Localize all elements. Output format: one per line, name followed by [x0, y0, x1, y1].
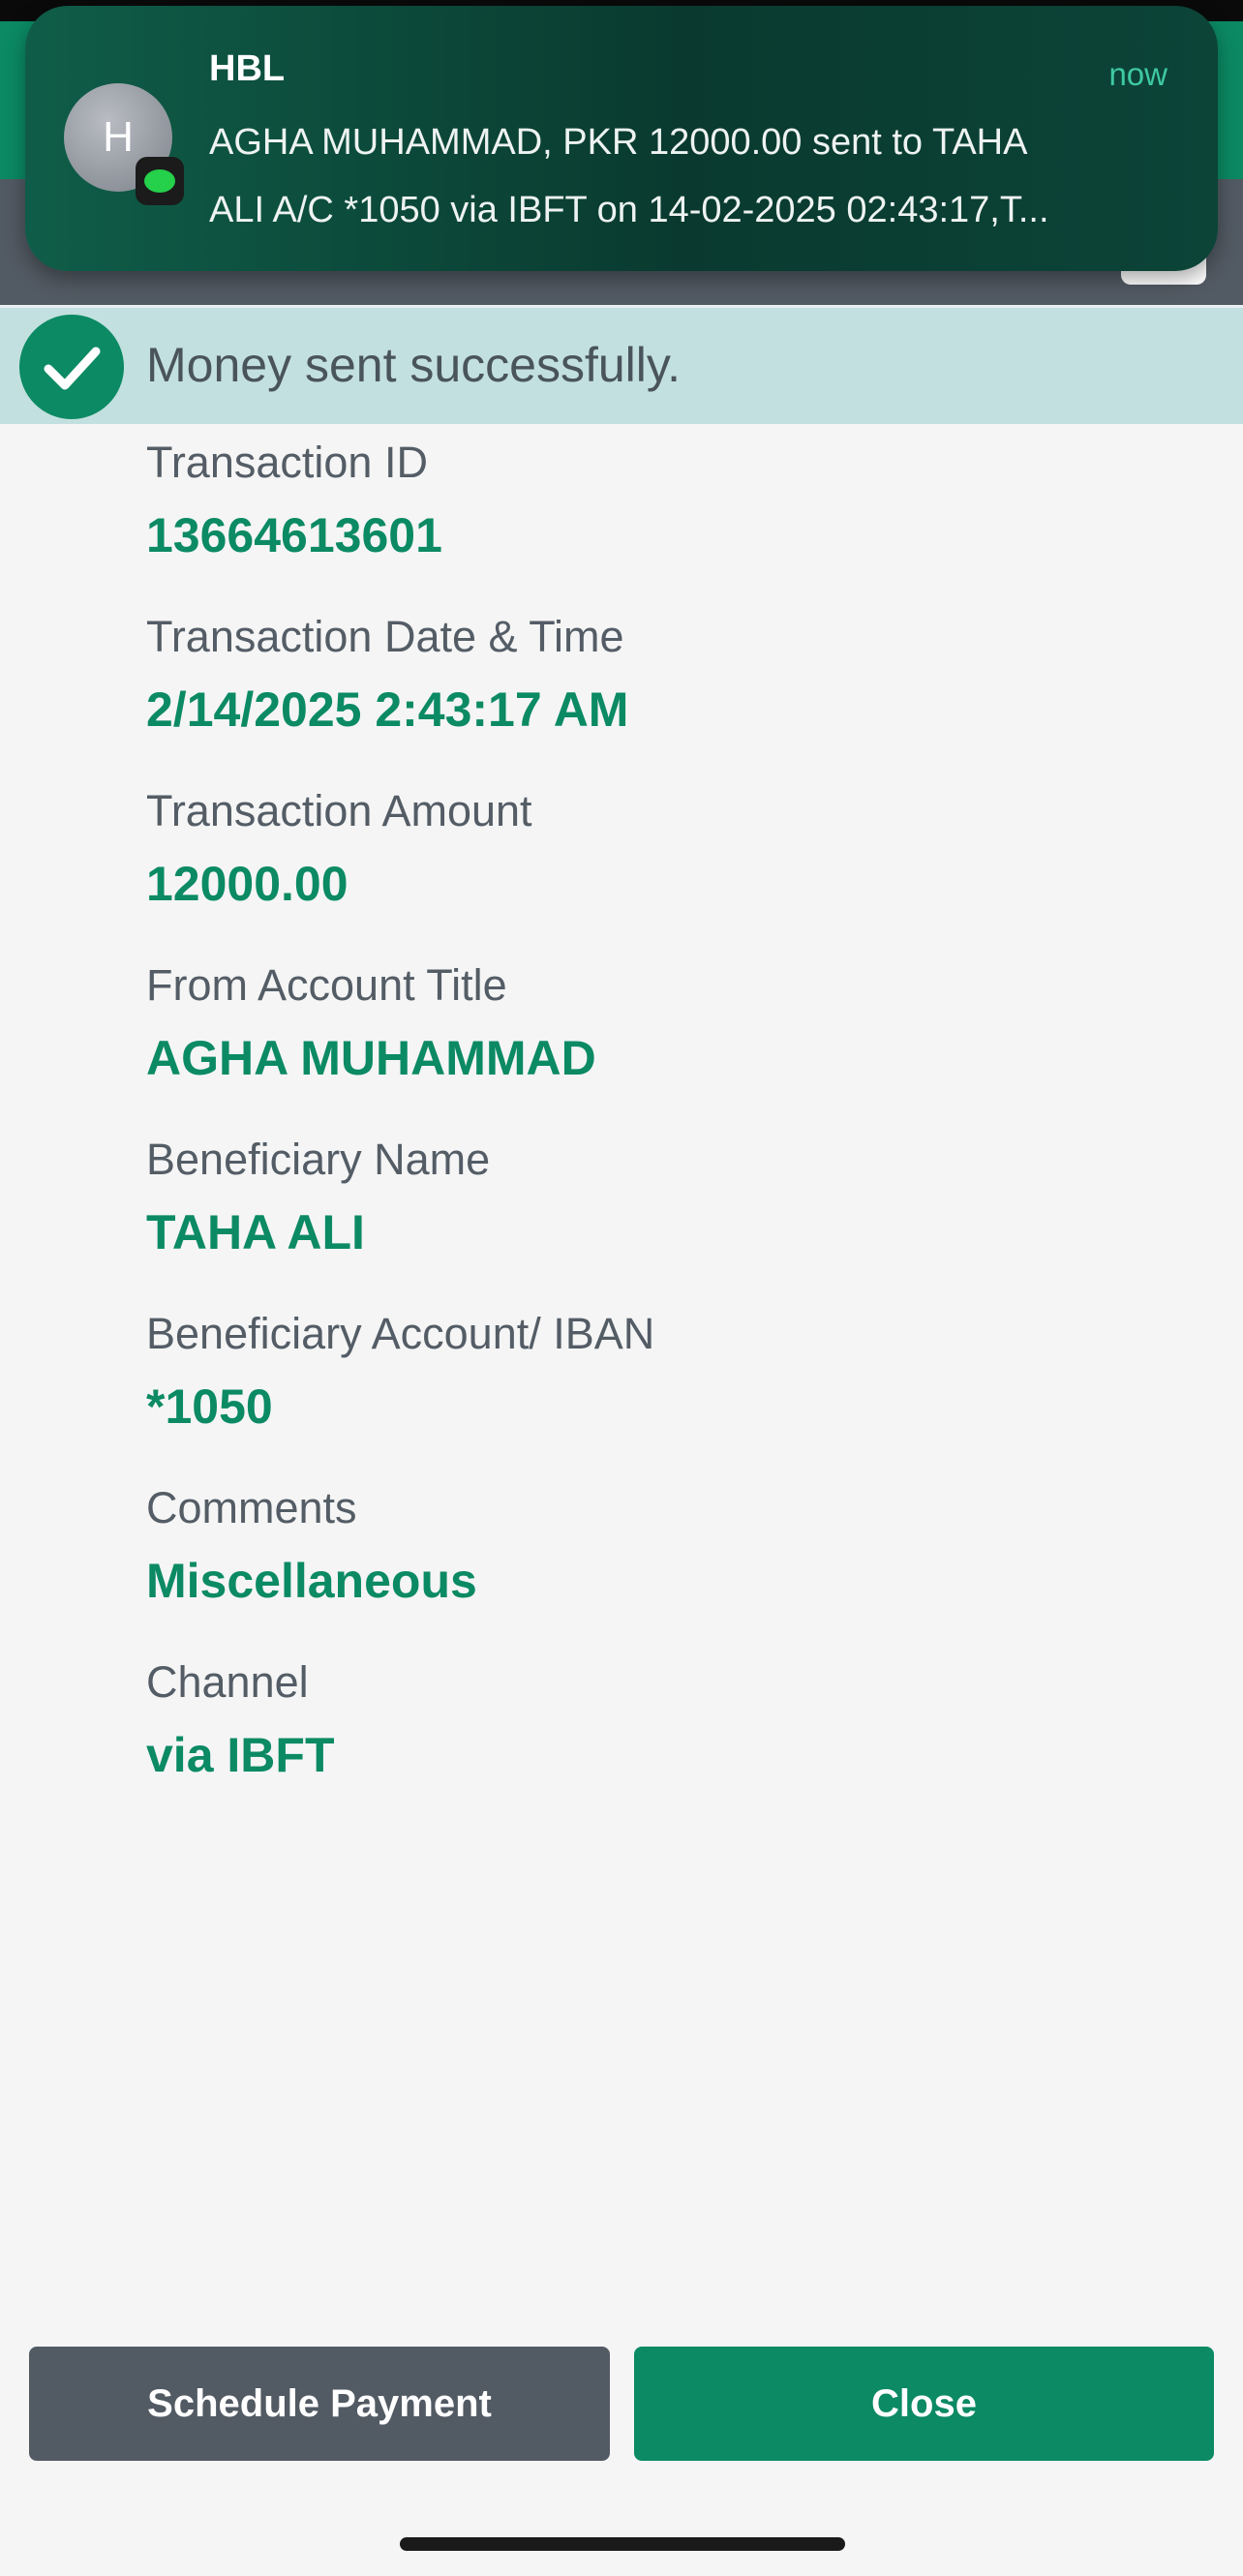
notification-line-1: AGHA MUHAMMAD, PKR 12000.00 sent to TAHA — [209, 122, 1028, 163]
detail-value: TAHA ALI — [146, 1205, 365, 1259]
detail-label: Comments — [146, 1483, 357, 1532]
notification-body: AGHA MUHAMMAD, PKR 12000.00 sent to TAHA… — [209, 108, 1177, 244]
detail-label: Beneficiary Name — [146, 1135, 491, 1184]
schedule-payment-button[interactable]: Schedule Payment — [29, 2347, 610, 2461]
notification-app-name: HBL — [209, 48, 286, 89]
detail-transaction-datetime: Transaction Date & Time 2/14/2025 2:43:1… — [146, 612, 1163, 786]
detail-transaction-id: Transaction ID 13664613601 — [146, 438, 1163, 612]
success-message: Money sent successfully. — [146, 338, 682, 392]
detail-transaction-amount: Transaction Amount 12000.00 — [146, 786, 1163, 960]
detail-value: AGHA MUHAMMAD — [146, 1031, 596, 1085]
push-notification[interactable]: H HBL now AGHA MUHAMMAD, PKR 12000.00 se… — [25, 6, 1218, 271]
detail-value: 2/14/2025 2:43:17 AM — [146, 682, 629, 737]
check-circle-icon — [19, 315, 124, 419]
home-indicator[interactable] — [400, 2537, 845, 2551]
notification-time: now — [1108, 56, 1167, 92]
detail-beneficiary-account: Beneficiary Account/ IBAN *1050 — [146, 1309, 1163, 1483]
detail-value: Miscellaneous — [146, 1554, 477, 1608]
close-button[interactable]: Close — [634, 2347, 1214, 2461]
transaction-details: Transaction ID 13664613601 Transaction D… — [146, 438, 1163, 1832]
detail-channel: Channel via IBFT — [146, 1657, 1163, 1832]
detail-label: Transaction Amount — [146, 786, 532, 835]
detail-value: *1050 — [146, 1379, 273, 1434]
detail-comments: Comments Miscellaneous — [146, 1483, 1163, 1657]
notification-line-2: ALI A/C *1050 via IBFT on 14-02-2025 02:… — [209, 190, 1049, 230]
detail-label: Beneficiary Account/ IBAN — [146, 1309, 655, 1358]
detail-label: Transaction Date & Time — [146, 612, 624, 661]
message-bubble-icon — [136, 157, 184, 205]
detail-value: 12000.00 — [146, 857, 349, 911]
detail-value: via IBFT — [146, 1728, 335, 1782]
detail-value: 13664613601 — [146, 508, 442, 562]
avatar-letter: H — [103, 113, 134, 161]
detail-label: Channel — [146, 1657, 309, 1707]
detail-label: Transaction ID — [146, 438, 428, 487]
detail-from-account-title: From Account Title AGHA MUHAMMAD — [146, 960, 1163, 1135]
detail-beneficiary-name: Beneficiary Name TAHA ALI — [146, 1135, 1163, 1309]
detail-label: From Account Title — [146, 960, 507, 1010]
